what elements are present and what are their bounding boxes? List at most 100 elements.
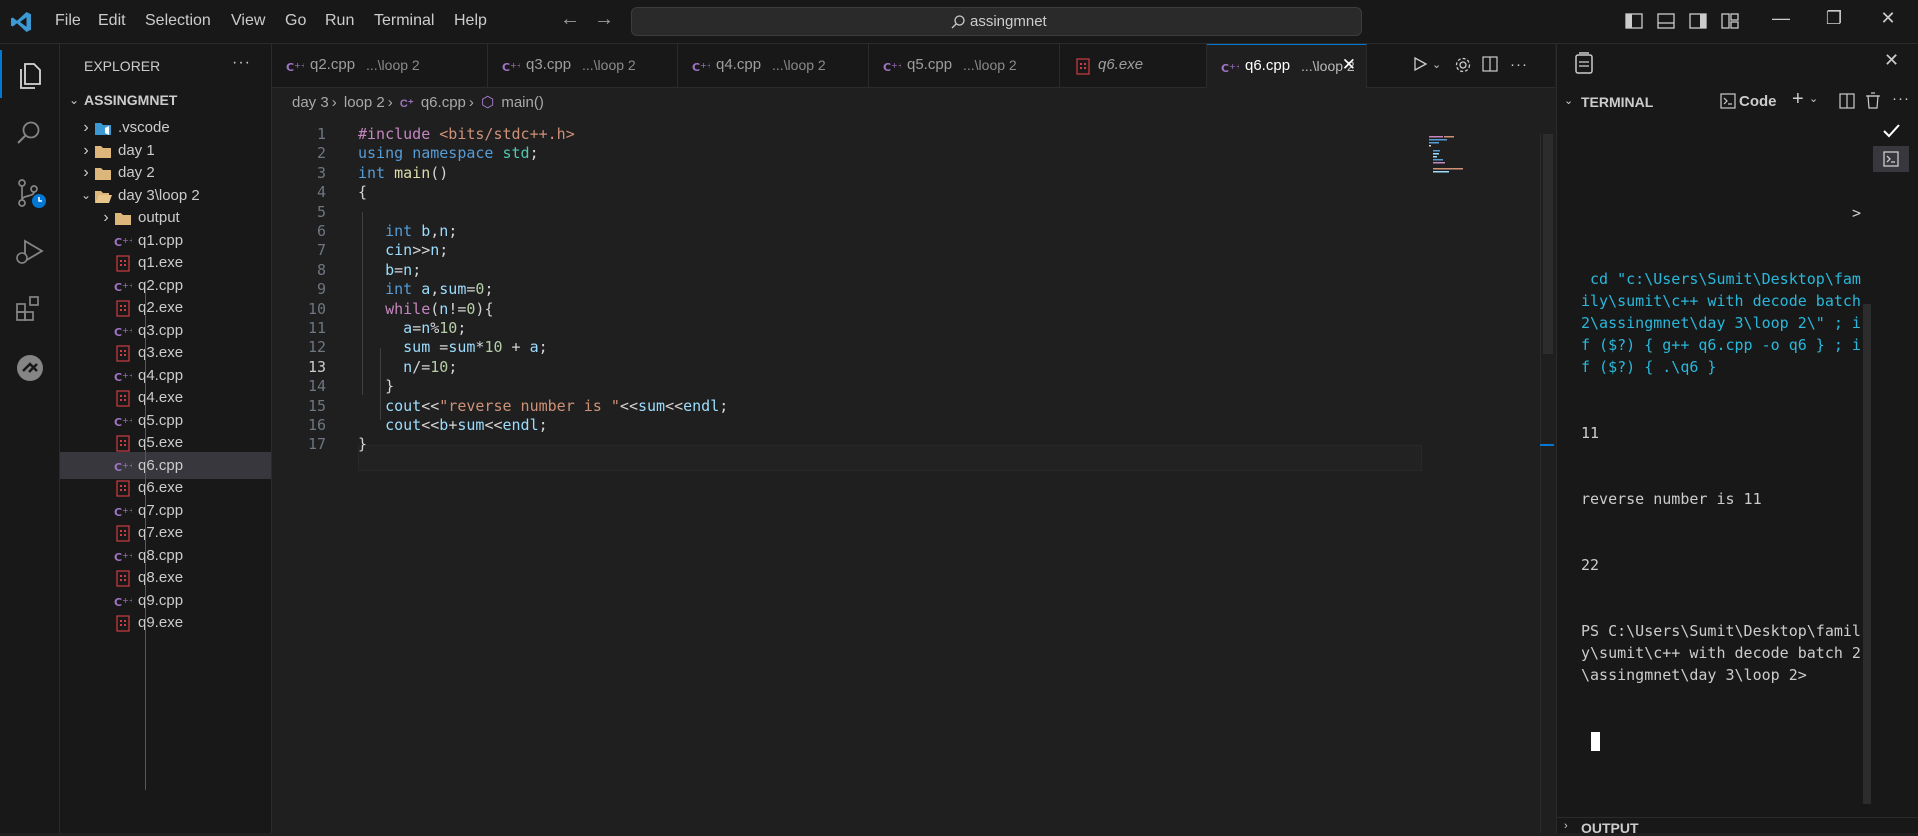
chevron-down-icon[interactable]: ⌄ <box>1432 56 1441 71</box>
activity-source-control[interactable] <box>0 167 59 215</box>
tab-q4-cpp[interactable]: C++q4.cpp...\loop 2 <box>678 44 869 87</box>
chevron-down-icon[interactable]: ⌄ <box>1564 94 1573 107</box>
trash-icon[interactable] <box>1865 92 1881 109</box>
toggle-panel-icon[interactable] <box>1656 11 1676 31</box>
run-debug-icon <box>16 239 44 264</box>
run-icon[interactable] <box>1412 56 1428 75</box>
tab-q2-cpp[interactable]: C++q2.cpp...\loop 2 <box>272 44 488 87</box>
toggle-primary-sidebar-icon[interactable] <box>1624 11 1644 31</box>
menu-run[interactable]: Run <box>325 12 354 30</box>
close-tab-icon[interactable]: ✕ <box>1342 55 1356 75</box>
breadcrumb-file[interactable]: q6.cpp <box>421 94 466 111</box>
menu-go[interactable]: Go <box>285 12 306 30</box>
menu-terminal[interactable]: Terminal <box>374 12 434 30</box>
breadcrumb-day3[interactable]: day 3 <box>292 94 329 111</box>
code-line[interactable]: 17} <box>272 432 1422 456</box>
source-control-icon <box>18 179 46 208</box>
editor-scrollbar-thumb[interactable] <box>1543 134 1553 354</box>
command-center-search[interactable]: assingmnet <box>631 7 1362 36</box>
chevron-down-icon[interactable]: ⌄ <box>1809 92 1818 105</box>
tab-path: ...\loop 2 <box>582 57 636 73</box>
terminal-tab-icon[interactable] <box>1873 146 1909 172</box>
cpp-file-icon: C++ <box>114 502 135 519</box>
close-window-icon[interactable]: ✕ <box>1873 8 1903 29</box>
files-icon <box>20 63 41 89</box>
restore-icon[interactable]: ❐ <box>1819 8 1849 29</box>
arrow-right-icon[interactable]: → <box>594 8 614 31</box>
output-panel-header[interactable]: › OUTPUT <box>1557 817 1918 836</box>
menu-view[interactable]: View <box>231 12 265 30</box>
terminal-body[interactable]: > cd "c:\Users\Sumit\Desktop\family\sumi… <box>1557 114 1867 804</box>
minimap[interactable] <box>1427 134 1487 174</box>
tab-label: q2.cpp <box>310 56 356 73</box>
chevron-right-icon: › <box>1564 820 1568 832</box>
menu-edit[interactable]: Edit <box>98 12 126 30</box>
breadcrumb-loop2[interactable]: loop 2 <box>344 94 385 111</box>
close-icon[interactable]: ✕ <box>1884 50 1899 71</box>
folder-icon <box>94 142 112 159</box>
exe-file-icon <box>114 434 132 452</box>
terminal-output: > cd "c:\Users\Sumit\Desktop\family\sumi… <box>1581 158 1861 796</box>
explorer-file[interactable]: q9.exe <box>60 609 271 636</box>
terminal-shell-label[interactable]: Code <box>1739 93 1777 110</box>
minimize-icon[interactable]: — <box>1766 8 1796 29</box>
menu-help[interactable]: Help <box>454 12 487 30</box>
svg-text:C: C <box>114 281 122 294</box>
line-number: 17 <box>307 435 326 454</box>
svg-text:++: ++ <box>122 326 132 335</box>
tab-path: ...\loop 2 <box>963 57 1017 73</box>
customize-layout-icon[interactable] <box>1720 11 1740 31</box>
menu-selection[interactable]: Selection <box>145 12 211 30</box>
breadcrumb-symbol[interactable]: main() <box>501 94 544 111</box>
new-terminal-icon[interactable]: + <box>1792 88 1804 111</box>
cpp-file-icon: C++ <box>114 412 135 429</box>
tab-q6-cpp[interactable]: C++q6.cpp...\loop 2✕ <box>1207 44 1367 88</box>
vscode-logo-icon[interactable] <box>9 10 33 34</box>
split-editor-icon[interactable] <box>1482 56 1498 75</box>
secondary-sidebar: ✕ ⌄ TERMINAL Code + ⌄ ··· > cd "c:\Users… <box>1556 44 1918 836</box>
tab-q3-cpp[interactable]: C++q3.cpp...\loop 2 <box>488 44 678 87</box>
more-actions-icon[interactable]: ··· <box>232 54 251 72</box>
activity-explorer[interactable] <box>0 50 61 98</box>
output-title: OUTPUT <box>1581 820 1639 836</box>
search-icon <box>17 121 40 144</box>
terminal-command: cd "c:\Users\Sumit\Desktop\family\sumit\… <box>1581 270 1870 376</box>
more-actions-icon[interactable]: ··· <box>1892 90 1910 107</box>
explorer-root[interactable]: ⌄ ASSINGMNET <box>60 87 271 114</box>
gear-icon[interactable] <box>1454 56 1472 77</box>
terminal-title[interactable]: TERMINAL <box>1581 94 1653 110</box>
secondary-sidebar-header: ✕ <box>1557 44 1918 80</box>
terminal-scrollbar[interactable] <box>1863 304 1871 804</box>
terminal-view-icon[interactable] <box>1575 52 1593 74</box>
split-terminal-icon[interactable] <box>1839 93 1855 109</box>
breadcrumb-separator: › <box>468 94 474 111</box>
cpp-file-icon: C++ <box>114 322 135 339</box>
tab-bar: C++q2.cpp...\loop 2C++q3.cpp...\loop 2C+… <box>272 44 1555 88</box>
activity-search[interactable] <box>0 108 59 156</box>
svg-text:C: C <box>286 61 294 74</box>
code-editor[interactable]: 1 #include <bits/stdc++.h> 2 using namespac… <box>272 114 1542 833</box>
breadcrumb-separator: › <box>331 94 337 111</box>
title-bar: File Edit Selection View Go Run Terminal… <box>0 0 1918 44</box>
tab-q5-cpp[interactable]: C++q5.cpp...\loop 2 <box>869 44 1060 87</box>
terminal-tabs-list <box>1863 114 1918 234</box>
more-actions-icon[interactable]: ··· <box>1510 56 1528 73</box>
cpp-file-icon: C++ <box>114 367 135 384</box>
arrow-left-icon[interactable]: ← <box>560 8 580 31</box>
menu-file[interactable]: File <box>55 12 81 30</box>
svg-text:C: C <box>114 416 122 429</box>
tab-q6-exe[interactable]: q6.exe <box>1060 44 1207 87</box>
tab-path: ...\loop 2 <box>366 57 420 73</box>
activity-remote-explorer[interactable] <box>0 342 59 390</box>
toggle-secondary-sidebar-icon[interactable] <box>1688 11 1708 31</box>
exe-file-icon <box>114 389 132 407</box>
cpp-file-icon: C++ <box>114 592 135 609</box>
svg-text:++: ++ <box>122 416 132 425</box>
check-icon[interactable] <box>1873 118 1909 144</box>
activity-run-debug[interactable] <box>0 226 59 274</box>
activity-extensions[interactable] <box>0 284 59 332</box>
line-content: } <box>358 435 368 454</box>
terminal-header: ⌄ TERMINAL Code + ⌄ ··· <box>1557 88 1918 114</box>
cpp-file-icon: C++ <box>114 457 135 474</box>
remote-explorer-icon <box>17 355 43 381</box>
